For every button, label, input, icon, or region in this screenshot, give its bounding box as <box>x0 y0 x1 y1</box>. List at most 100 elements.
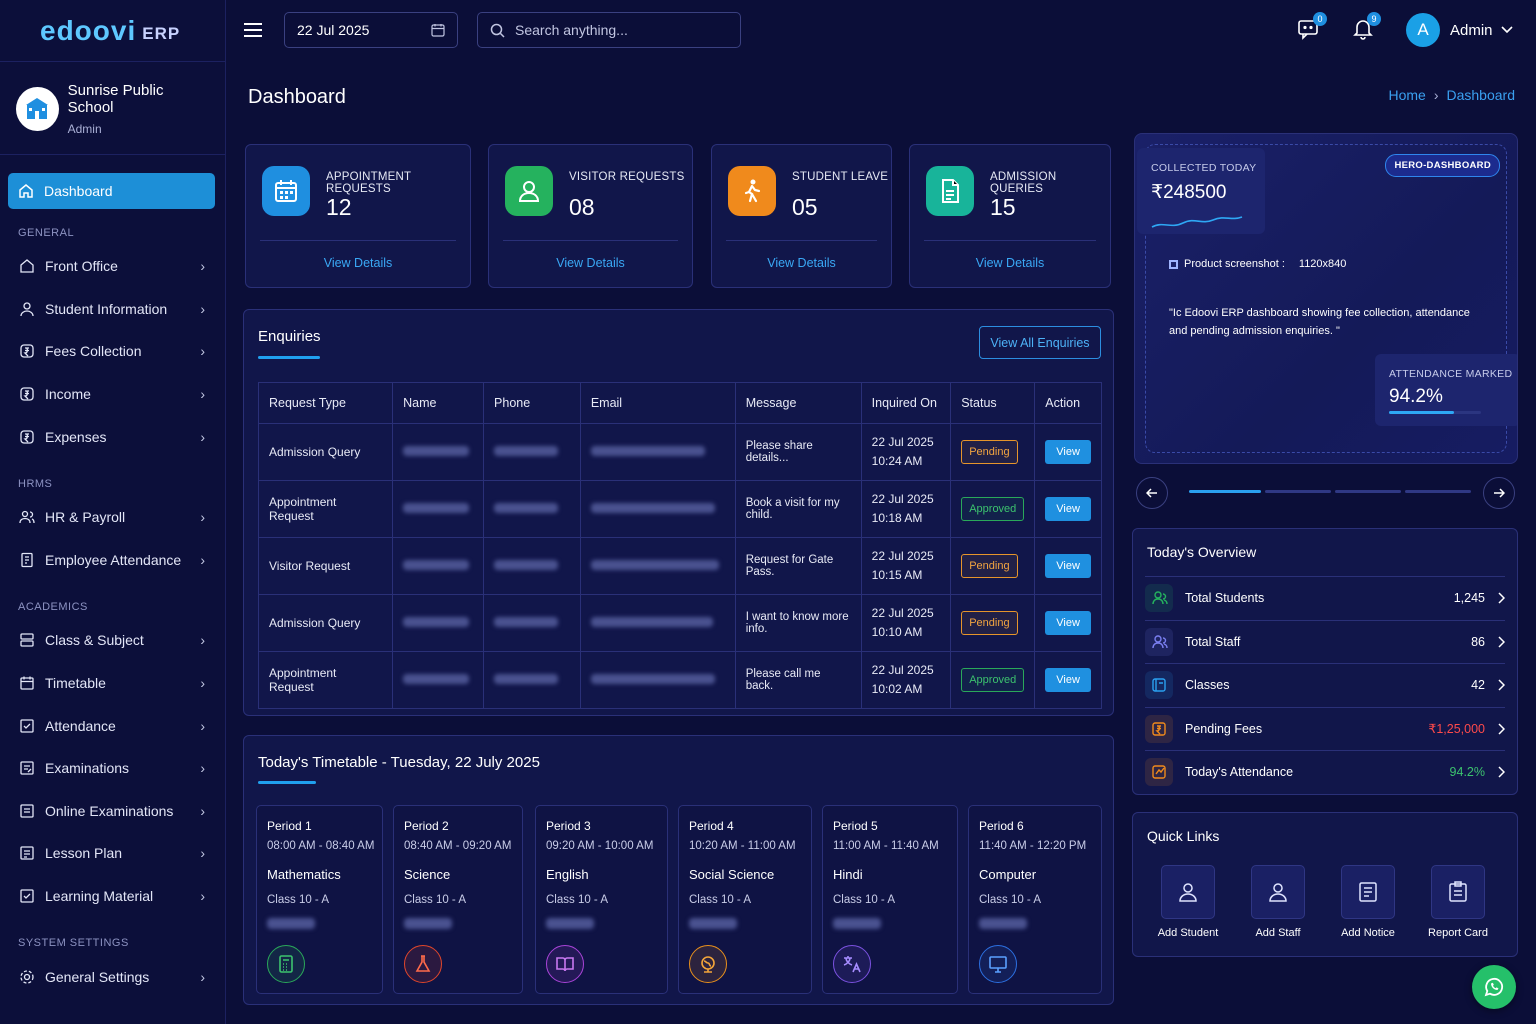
sidebar-item-hr-payroll[interactable]: HR & Payroll › <box>0 496 225 539</box>
messages-button[interactable]: 0 <box>1297 12 1327 45</box>
overview-row-today-s-attendance[interactable]: Today's Attendance 94.2% <box>1145 750 1505 793</box>
period-card-5[interactable]: Period 5 11:00 AM - 11:40 AM Hindi Class 10… <box>822 805 958 994</box>
carousel-indicators[interactable] <box>1189 490 1471 493</box>
overview-row-total-staff[interactable]: Total Staff 86 <box>1145 619 1505 663</box>
period-card-1[interactable]: Period 1 08:00 AM - 08:40 AM Mathematics Cl… <box>256 805 383 994</box>
overview-row-total-students[interactable]: Total Students 1,245 <box>1145 576 1505 619</box>
view-all-enquiries-button[interactable]: View All Enquiries <box>979 326 1101 359</box>
view-button[interactable]: View <box>1045 554 1091 578</box>
sidebar-item-label: Examinations <box>45 760 130 777</box>
screenshot-label: Product screenshot : <box>1184 258 1285 270</box>
action-cell: View <box>1034 651 1102 709</box>
table-row: Visitor Request Request for Gate Pass. 22 … <box>257 537 1102 595</box>
students-icon <box>1145 584 1173 612</box>
quick-link-label: Add Staff <box>1255 927 1301 939</box>
sidebar-item-examinations[interactable]: Examinations › <box>0 747 225 790</box>
view-details-link[interactable]: View Details <box>246 256 470 270</box>
fees-icon <box>1145 714 1173 743</box>
topbar: 22 Jul 2025 Search anything... 0 9 A Adm… <box>226 0 1536 62</box>
quick-link-report-card[interactable]: Report Card <box>1413 865 1503 939</box>
sidebar-item-income[interactable]: Income › <box>0 373 225 416</box>
teacher-name-redacted <box>979 918 1027 929</box>
chevron-right-icon: › <box>200 386 205 403</box>
examinations-icon <box>18 759 36 777</box>
divider <box>924 240 1096 241</box>
notifications-button[interactable]: 9 <box>1353 12 1381 45</box>
period-time: 11:00 AM - 11:40 AM <box>833 840 939 852</box>
overview-row-pending-fees[interactable]: Pending Fees ₹1,25,000 <box>1145 706 1505 750</box>
chevron-right-icon: › <box>200 551 205 568</box>
carousel-dot-active[interactable] <box>1189 490 1261 493</box>
chevron-right-icon <box>1498 636 1505 648</box>
table-row: Admission Query I want to know more info.… <box>257 594 1102 652</box>
period-card-3[interactable]: Period 3 09:20 AM - 10:00 AM English Class … <box>535 805 668 994</box>
sidebar-item-general-settings[interactable]: General Settings › <box>0 955 225 998</box>
sidebar-item-lesson-plan[interactable]: Lesson Plan › <box>0 832 225 875</box>
logo[interactable]: edoovi ERP <box>0 0 225 62</box>
period-class: Class 10 - A <box>546 894 608 906</box>
period-name: Period 6 <box>979 819 1024 833</box>
quick-link-add-staff[interactable]: Add Staff <box>1233 865 1323 939</box>
sidebar-item-label: Front Office <box>45 258 118 275</box>
breadcrumb-home[interactable]: Home <box>1388 87 1425 103</box>
carousel-dot[interactable] <box>1405 490 1471 493</box>
view-details-link[interactable]: View Details <box>712 256 891 270</box>
teacher-name-redacted <box>833 918 881 929</box>
view-button[interactable]: View <box>1045 668 1091 692</box>
sidebar-item-student-information[interactable]: Student Information › <box>0 288 225 331</box>
quick-link-add-notice[interactable]: Add Notice <box>1323 865 1413 939</box>
period-class: Class 10 - A <box>689 894 751 906</box>
chevron-right-icon <box>1498 679 1505 691</box>
sidebar-item-dashboard[interactable]: Dashboard <box>8 173 215 209</box>
action-cell: View <box>1034 480 1102 538</box>
view-button[interactable]: View <box>1045 611 1091 635</box>
view-button[interactable]: View <box>1045 497 1091 521</box>
whatsapp-button[interactable] <box>1472 965 1516 1009</box>
period-card-6[interactable]: Period 6 11:40 AM - 12:20 PM Computer Class… <box>968 805 1102 994</box>
inquired-time: 10:24 AM <box>871 454 923 468</box>
period-time: 10:20 AM - 11:00 AM <box>689 840 796 852</box>
chevron-right-icon <box>1498 766 1505 778</box>
carousel-dot[interactable] <box>1265 490 1331 493</box>
quick-link-label: Report Card <box>1428 927 1488 939</box>
timetable-title: Today's Timetable - Tuesday, 22 July 202… <box>258 754 540 771</box>
search-input[interactable]: Search anything... <box>477 12 741 48</box>
overview-title: Today's Overview <box>1147 544 1257 560</box>
sidebar-item-front-office[interactable]: Front Office › <box>0 245 225 288</box>
chevron-right-icon: › <box>200 509 205 526</box>
sidebar-item-fees-collection[interactable]: Fees Collection › <box>0 330 225 373</box>
menu-toggle-button[interactable] <box>244 22 262 43</box>
period-name: Period 3 <box>546 819 591 833</box>
sidebar-item-class-subject[interactable]: Class & Subject › <box>0 619 225 662</box>
sidebar-item-label: Attendance <box>45 717 116 734</box>
sidebar-item-learning-material[interactable]: Learning Material › <box>0 875 225 918</box>
hero-quote: "Ic Edoovi ERP dashboard showing fee col… <box>1169 307 1470 337</box>
avatar: A <box>1406 13 1440 47</box>
globe-icon <box>689 945 727 983</box>
quick-link-add-student[interactable]: Add Student <box>1143 865 1233 939</box>
status-badge: Pending <box>961 611 1018 635</box>
period-card-2[interactable]: Period 2 08:40 AM - 09:20 AM Science Class … <box>393 805 523 994</box>
sidebar-item-employee-attendance[interactable]: Employee Attendance › <box>0 539 225 582</box>
view-details-link[interactable]: View Details <box>910 256 1110 270</box>
sidebar-item-online-examinations[interactable]: Online Examinations › <box>0 790 225 833</box>
student-information-icon <box>18 300 36 318</box>
user-menu[interactable]: A Admin <box>1406 13 1513 47</box>
overview-row-classes[interactable]: Classes 42 <box>1145 663 1505 706</box>
carousel-next-button[interactable] <box>1483 477 1515 509</box>
carousel-prev-button[interactable] <box>1136 477 1168 509</box>
carousel-dot[interactable] <box>1335 490 1401 493</box>
expenses-icon <box>18 428 36 446</box>
sidebar-item-attendance[interactable]: Attendance › <box>0 704 225 747</box>
sidebar: edoovi ERP Sunrise Public School Admin D… <box>0 0 226 1024</box>
sidebar-item-timetable[interactable]: Timetable › <box>0 662 225 705</box>
request-type: Visitor Request <box>257 537 394 595</box>
school-profile: Sunrise Public School Admin <box>0 62 225 155</box>
view-button[interactable]: View <box>1045 440 1091 464</box>
period-class: Class 10 - A <box>267 894 329 906</box>
view-details-link[interactable]: View Details <box>489 256 692 270</box>
sidebar-item-expenses[interactable]: Expenses › <box>0 415 225 458</box>
date-picker[interactable]: 22 Jul 2025 <box>284 12 458 48</box>
period-card-4[interactable]: Period 4 10:20 AM - 11:00 AM Social Scienc… <box>678 805 812 994</box>
column-header-request-type: Request Type <box>257 382 394 424</box>
